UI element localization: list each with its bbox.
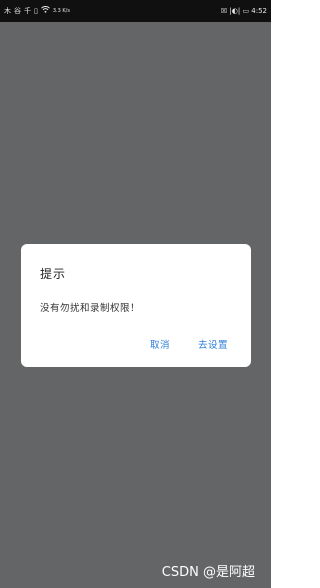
permission-dialog: 提示 没有勿扰和录制权限！ 取消 去设置 [21, 244, 251, 367]
sim-icon: ▯ [34, 7, 38, 15]
status-bar: 木 谷 千 ▯ 3.3 K/s ☒ |◐| ▭ 4:52 [0, 0, 271, 22]
dialog-title: 提示 [40, 267, 67, 281]
dialog-message: 没有勿扰和录制权限！ [40, 303, 141, 314]
screen: 木 谷 千 ▯ 3.3 K/s ☒ |◐| ▭ 4:52 提示 没有勿扰和录制权… [0, 0, 271, 588]
go-to-settings-button[interactable]: 去设置 [198, 337, 228, 351]
notification-icon: 木 [4, 7, 11, 15]
status-icons-and-clock: ☒ |◐| ▭ 4:52 [220, 7, 267, 15]
notification-icon: 千 [24, 7, 31, 15]
watermark: CSDN @是阿超 [161, 565, 255, 580]
network-speed-text: 3.3 K/s [52, 8, 70, 14]
status-bar-left: 木 谷 千 ▯ 3.3 K/s [4, 0, 70, 22]
cancel-button[interactable]: 取消 [150, 337, 170, 351]
wifi-icon [40, 0, 50, 22]
status-bar-right: ☒ |◐| ▭ 4:52 [221, 0, 267, 22]
notification-icon: 谷 [14, 7, 21, 15]
